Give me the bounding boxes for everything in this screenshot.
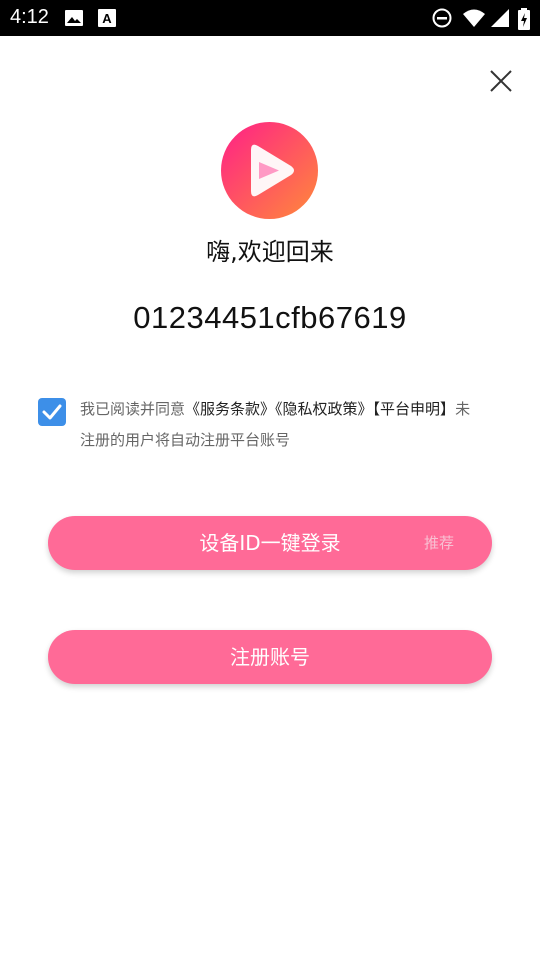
check-icon	[42, 404, 62, 420]
agreement-text: 我已阅读并同意《服务条款》《隐私权政策》【平台申明】未注册的用户将自动注册平台账…	[80, 394, 480, 456]
agreement-checkbox[interactable]	[38, 398, 66, 426]
status-bar: 4:12 A	[0, 0, 540, 36]
platform-link[interactable]: 【平台申明】	[373, 400, 456, 418]
register-label: 注册账号	[230, 645, 310, 669]
device-id: 01234451cfb67619	[133, 300, 407, 335]
status-time: 4:12	[10, 6, 49, 28]
svg-text:A: A	[102, 11, 112, 26]
battery-icon	[518, 8, 530, 30]
do-not-disturb-icon	[432, 8, 452, 28]
device-login-label: 设备ID一键登录	[199, 531, 341, 555]
wifi-icon	[463, 9, 485, 27]
play-logo-icon	[221, 122, 318, 219]
device-login-button[interactable]: 设备ID一键登录 推荐	[48, 516, 492, 570]
terms-link[interactable]: 《服务条款》	[185, 400, 275, 418]
close-icon	[490, 70, 512, 92]
privacy-link[interactable]: 《隐私权政策》	[275, 400, 373, 418]
signal-icon	[491, 9, 509, 27]
close-button[interactable]	[484, 64, 518, 98]
a-font-icon: A	[98, 9, 116, 27]
agreement-prefix: 我已阅读并同意	[80, 400, 186, 418]
recommend-tag: 推荐	[423, 534, 454, 552]
image-icon	[65, 10, 83, 26]
register-button[interactable]: 注册账号	[48, 630, 492, 684]
welcome-title: 嗨,欢迎回来	[206, 238, 334, 266]
